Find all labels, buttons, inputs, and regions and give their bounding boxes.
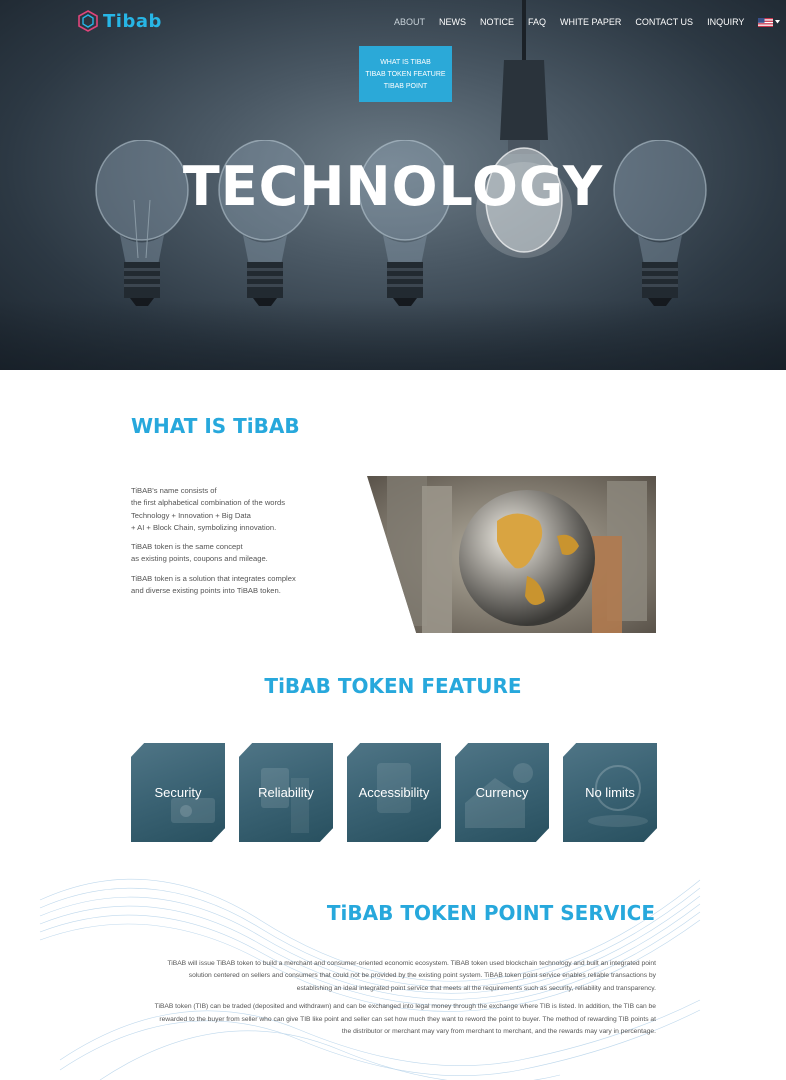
text-line: TiBAB's name consists of xyxy=(131,486,217,495)
feature-label: Reliability xyxy=(258,785,314,800)
text-line: TiBAB will issue TiBAB token to build a … xyxy=(167,960,656,967)
point-service-text: TiBAB will issue TiBAB token to build a … xyxy=(100,958,656,1044)
what-is-paragraph: TiBAB token is the same concept as exist… xyxy=(131,541,351,566)
chevron-down-icon xyxy=(775,20,781,24)
nav-about[interactable]: ABOUT xyxy=(394,17,425,27)
feature-label: Security xyxy=(154,785,202,800)
what-is-paragraph: TiBAB's name consists of the first alpha… xyxy=(131,485,351,534)
what-is-heading: WHAT IS TiBAB xyxy=(131,414,300,438)
nav-white-paper[interactable]: WHITE PAPER xyxy=(560,17,621,27)
hanging-lightbulb-icon xyxy=(474,0,574,270)
text-line: establishing an ideal integrated point s… xyxy=(296,984,656,992)
globe-coins-image xyxy=(367,476,656,633)
feature-label: No limits xyxy=(585,785,635,800)
nav-notice[interactable]: NOTICE xyxy=(480,17,514,27)
feature-tile-currency[interactable]: Currency xyxy=(455,743,549,842)
point-service-heading: TiBAB TOKEN POINT SERVICE xyxy=(326,901,655,925)
text-line: and diverse existing points into TiBAB t… xyxy=(131,586,281,596)
hero-banner: Tibab ABOUT NEWS NOTICE FAQ WHITE PAPER … xyxy=(0,0,786,370)
text-line: as existing points, coupons and mileage. xyxy=(131,554,268,564)
text-line: the distributor or merchant may vary fro… xyxy=(341,1028,656,1036)
main-nav: ABOUT NEWS NOTICE FAQ WHITE PAPER CONTAC… xyxy=(394,17,781,27)
text-line: rewarded to the buyer from seller who ca… xyxy=(159,1015,656,1023)
text-line: + AI + Block Chain, symbolizing innovati… xyxy=(131,522,277,532)
feature-tile-reliability[interactable]: Reliability xyxy=(239,743,333,842)
feature-tile-accessibility[interactable]: Accessibility xyxy=(347,743,441,842)
logo[interactable]: Tibab xyxy=(78,10,162,32)
page-title: TECHNOLOGY xyxy=(182,155,604,218)
what-is-paragraph: TiBAB token is a solution that integrate… xyxy=(131,573,351,598)
point-service-paragraph: TiBAB token (TIB) can be traded (deposit… xyxy=(100,1001,656,1038)
logo-hexagon-icon xyxy=(78,10,98,32)
dropdown-item-point[interactable]: TiBAB POINT xyxy=(384,83,428,90)
point-service-paragraph: TiBAB will issue TiBAB token to build a … xyxy=(100,958,656,995)
dropdown-item-what-is[interactable]: WHAT IS TiBAB xyxy=(380,59,431,66)
dropdown-item-token-feature[interactable]: TiBAB TOKEN FEATURE xyxy=(365,71,445,78)
nav-news[interactable]: NEWS xyxy=(439,17,466,27)
text-line: TiBAB token is the same concept xyxy=(131,542,243,552)
feature-tile-no-limits[interactable]: No limits xyxy=(563,743,657,842)
language-selector[interactable] xyxy=(758,17,781,27)
text-line: Technology + Innovation + Big Data xyxy=(131,510,251,520)
logo-text: Tibab xyxy=(103,10,162,32)
feature-heading: TiBAB TOKEN FEATURE xyxy=(264,674,522,698)
text-line: TiBAB token (TIB) can be traded (deposit… xyxy=(154,1003,656,1011)
text-line: solution centered on sellers and consume… xyxy=(188,972,656,980)
nav-inquiry[interactable]: INQUIRY xyxy=(707,17,744,27)
nav-faq[interactable]: FAQ xyxy=(528,17,546,27)
text-line: the first alphabetical combination of th… xyxy=(131,498,286,508)
us-flag-icon xyxy=(758,17,774,27)
feature-label: Accessibility xyxy=(358,785,430,800)
feature-tile-security[interactable]: Security xyxy=(131,743,225,842)
nav-contact-us[interactable]: CONTACT US xyxy=(635,17,693,27)
what-is-text: TiBAB's name consists of the first alpha… xyxy=(131,485,351,604)
text-line: TiBAB token is a solution that integrate… xyxy=(131,573,296,583)
feature-label: Currency xyxy=(475,785,529,800)
about-dropdown-menu: WHAT IS TiBAB TiBAB TOKEN FEATURE TiBAB … xyxy=(359,46,452,102)
